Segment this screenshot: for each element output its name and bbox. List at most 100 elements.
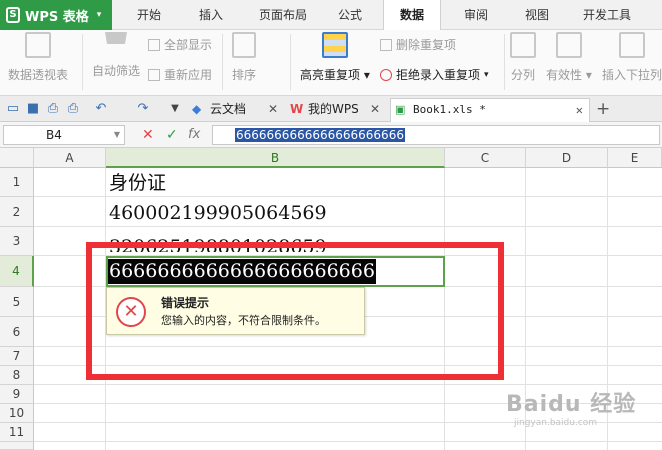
document-tab-bar: ▭ ■ ⎙ ⎙ ↶ ↷ ▼ ◆ 云文档 ✕ W 我的WPS ✕ ▣ Book1.…: [0, 96, 662, 122]
highlight-duplicates-label: 高亮重复项 ▾: [300, 68, 370, 82]
autofilter-label: 自动筛选: [92, 64, 141, 78]
row-header-10[interactable]: 10: [0, 404, 34, 423]
autofilter-button[interactable]: 自动筛选: [92, 32, 140, 79]
tab-developer[interactable]: 开发工具: [574, 0, 640, 30]
reapply-icon: [148, 68, 160, 81]
row-header-3[interactable]: 3: [0, 227, 34, 256]
remove-duplicates-button[interactable]: 删除重复项: [380, 36, 456, 53]
validity-button[interactable]: 有效性 ▾: [546, 32, 592, 83]
pivot-table-button[interactable]: 数据透视表: [8, 32, 68, 83]
column-header-b[interactable]: B: [106, 148, 445, 168]
reapply-button[interactable]: 重新应用: [148, 66, 212, 83]
print-preview-icon[interactable]: ⎙: [46, 102, 60, 116]
ribbon-divider: [222, 34, 223, 90]
insert-dropdown-button[interactable]: 插入下拉列: [602, 32, 662, 83]
column-header-a[interactable]: A: [34, 148, 106, 168]
print-icon[interactable]: ⎙: [66, 102, 80, 116]
split-column-button[interactable]: 分列: [510, 32, 536, 83]
redo-icon[interactable]: ↷: [136, 102, 150, 116]
tab-cloud-docs[interactable]: ◆ 云文档 ✕: [188, 98, 284, 122]
show-all-icon: [148, 38, 160, 51]
reject-duplicates-button[interactable]: 拒绝录入重复项 ▾: [380, 66, 489, 83]
cell-b1[interactable]: 身份证: [109, 170, 166, 196]
reapply-label: 重新应用: [164, 68, 213, 82]
new-tab-plus-icon[interactable]: +: [596, 101, 610, 118]
row-header-4[interactable]: 4: [0, 256, 34, 287]
name-box-value: B4: [46, 128, 62, 142]
row-header-5[interactable]: 5: [0, 287, 34, 317]
row-header-12[interactable]: [0, 442, 34, 450]
name-box[interactable]: B4 ▼: [3, 125, 125, 145]
tab-review[interactable]: 审阅: [452, 0, 500, 30]
row-header-9[interactable]: 9: [0, 385, 34, 404]
tab-page-layout[interactable]: 页面布局: [252, 0, 314, 30]
tab-data[interactable]: 数据: [383, 0, 441, 31]
column-header-c[interactable]: C: [445, 148, 526, 168]
confirm-entry-icon[interactable]: ✓: [166, 126, 178, 144]
row-header-2[interactable]: 2: [0, 197, 34, 227]
show-all-button[interactable]: 全部显示: [148, 36, 212, 53]
ribbon-toolbar: 数据透视表 自动筛选 全部显示 重新应用 排序 高亮重复项 ▾ 删除重复项 拒绝…: [0, 30, 662, 96]
save-icon[interactable]: ■: [26, 102, 40, 116]
pivot-table-label: 数据透视表: [8, 68, 69, 82]
remove-duplicates-icon: [380, 38, 392, 51]
select-all-corner[interactable]: [0, 148, 34, 168]
highlight-duplicates-icon: [321, 32, 348, 58]
row-header-7[interactable]: 7: [0, 347, 34, 366]
close-icon[interactable]: ✕: [268, 98, 278, 120]
tab-formula[interactable]: 公式: [326, 0, 374, 30]
column-header-e[interactable]: E: [608, 148, 662, 168]
formula-input[interactable]: 6666666666666666666666: [212, 125, 660, 145]
tab-view[interactable]: 视图: [512, 0, 562, 30]
chevron-down-icon[interactable]: ▼: [168, 102, 182, 116]
baidu-watermark-logo: Baidu 经验 jingyan.baidu.com: [506, 392, 637, 428]
wps-spreadsheet-window: S WPS 表格 ▾ 开始 插入 页面布局 公式 数据 审阅 视图 开发工具 数…: [0, 0, 662, 450]
formula-input-selected-text: 6666666666666666666666: [235, 128, 405, 142]
ribbon-divider: [504, 34, 505, 90]
tab-book1-label: Book1.xls *: [413, 103, 486, 116]
row-header-6[interactable]: 6: [0, 317, 34, 347]
gridline: [34, 384, 662, 385]
wps-app-menu-button[interactable]: S WPS 表格 ▾: [0, 0, 112, 30]
validity-label: 有效性 ▾: [546, 68, 592, 82]
menu-bar: S WPS 表格 ▾ 开始 插入 页面布局 公式 数据 审阅 视图 开发工具: [0, 0, 662, 31]
chevron-down-icon: ▾: [96, 10, 102, 20]
row-header-1[interactable]: 1: [0, 168, 34, 197]
close-icon[interactable]: ✕: [576, 99, 583, 121]
spreadsheet-file-icon: ▣: [395, 103, 406, 116]
gridline: [34, 226, 662, 227]
ribbon-divider: [290, 34, 291, 90]
gridline: [34, 441, 662, 442]
fx-function-icon[interactable]: fx: [188, 126, 200, 144]
remove-duplicates-label: 删除重复项: [396, 38, 457, 52]
tab-cloud-docs-label: 云文档: [210, 102, 247, 116]
wps-app-label: WPS 表格: [25, 9, 89, 25]
sort-label: 排序: [232, 68, 257, 82]
row-header-8[interactable]: 8: [0, 366, 34, 385]
gridline: [34, 196, 662, 197]
close-icon[interactable]: ✕: [370, 98, 380, 120]
tab-my-wps-label: 我的WPS: [308, 102, 359, 116]
tab-insert[interactable]: 插入: [186, 0, 236, 30]
undo-icon[interactable]: ↶: [94, 102, 108, 116]
ribbon-divider: [82, 34, 83, 90]
highlight-duplicates-button[interactable]: 高亮重复项 ▾: [300, 32, 370, 83]
column-header-d[interactable]: D: [526, 148, 608, 168]
insert-dropdown-label: 插入下拉列: [602, 68, 662, 82]
chevron-down-icon: ▼: [113, 130, 120, 139]
split-column-label: 分列: [510, 68, 535, 82]
red-highlight-annotation: [86, 242, 504, 380]
folder-icon[interactable]: ▭: [6, 102, 20, 116]
tab-book1[interactable]: ▣ Book1.xls * ✕: [390, 98, 590, 122]
chevron-down-icon: ▾: [484, 69, 489, 80]
tab-home[interactable]: 开始: [124, 0, 174, 30]
sort-button[interactable]: 排序: [232, 32, 256, 83]
cancel-entry-icon[interactable]: ✕: [142, 126, 154, 144]
row-header-11[interactable]: 11: [0, 423, 34, 442]
reject-duplicates-label: 拒绝录入重复项: [396, 68, 481, 82]
tab-my-wps[interactable]: W 我的WPS ✕: [286, 98, 386, 122]
pivot-table-icon: [25, 32, 51, 58]
filter-icon: [105, 32, 127, 54]
cell-b2[interactable]: 460002199905064569: [109, 200, 327, 226]
split-column-icon: [510, 32, 536, 58]
